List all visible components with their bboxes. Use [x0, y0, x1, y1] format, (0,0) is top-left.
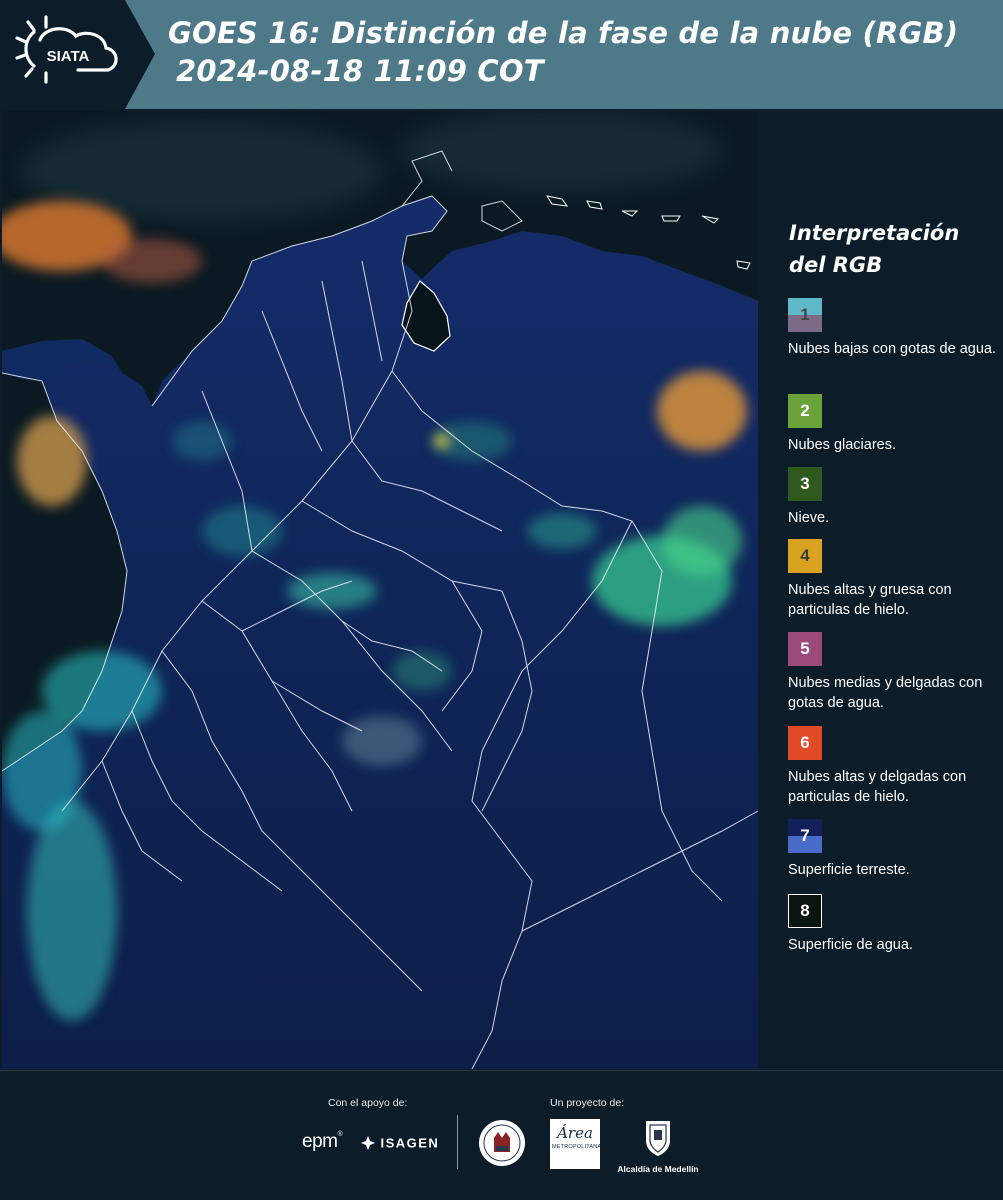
legend-number-2: 2: [800, 401, 810, 420]
legend-item-4: 4 Nubes altas y gruesa con particulas de…: [788, 539, 1000, 620]
legend-title: Interpretación del RGB: [789, 221, 960, 277]
legend-label-3: Nieve.: [788, 510, 830, 526]
alcaldia-medellin-logo[interactable]: Alcaldía de Medellín: [612, 1119, 704, 1174]
legend-item-5: 5 Nubes medias y delgadas con gotas de a…: [788, 632, 1000, 713]
area-logo-subtext: METROPOLITANA: [552, 1144, 602, 1150]
siata-logo-text: SIATA: [47, 48, 90, 65]
alcaldia-logo-text: Alcaldía de Medellín: [617, 1164, 699, 1174]
legend-item-2: 2 Nubes glaciares.: [788, 394, 1000, 455]
siata-logo[interactable]: SIATA: [0, 0, 155, 109]
legend-item-8: 8 Superficie de agua.: [788, 894, 1000, 955]
legend-label-7: Superficie terreste.: [788, 862, 910, 878]
legend-number-4: 4: [800, 546, 810, 565]
page-title: GOES 16: Distinción de la fase de la nub…: [168, 14, 958, 90]
header-bar: SIATA GOES 16: Distinción de la fase de …: [0, 0, 1003, 109]
support-label: Con el apoyo de:: [328, 1097, 408, 1109]
legend-number-5: 5: [800, 639, 810, 658]
legend-item-7: 7 Superficie terreste.: [788, 819, 1000, 880]
legend-item-1: 1 Nubes bajas con gotas de agua.: [788, 298, 1000, 359]
legend-swatch-5: 5: [788, 632, 822, 666]
legend-number-8: 8: [800, 901, 810, 920]
isagen-logo-text: ISAGEN: [380, 1135, 440, 1151]
legend-label-4: Nubes altas y gruesa con particulas de h…: [788, 582, 952, 618]
legend-number-6: 6: [800, 733, 810, 752]
rgb-legend-panel: Interpretación del RGB 1 Nubes bajas con…: [770, 111, 1003, 1069]
satellite-rgb-map[interactable]: [2, 111, 758, 1069]
legend-label-5: Nubes medias y delgadas con gotas de agu…: [788, 675, 983, 711]
legend-label-8: Superficie de agua.: [788, 937, 913, 953]
footer-sponsors: Con el apoyo de: Un proyecto de: epm® IS…: [0, 1070, 1003, 1200]
area-metropolitana-logo[interactable]: Área METROPOLITANA: [550, 1119, 602, 1169]
isagen-mark-icon: [361, 1135, 375, 1150]
project-label: Un proyecto de:: [550, 1097, 625, 1109]
area-logo-text: Área: [557, 1124, 593, 1142]
legend-swatch-1: 1: [788, 298, 822, 332]
legend-swatch-3: 3: [788, 467, 822, 501]
medellin-shield-icon: [646, 1121, 670, 1156]
legend-swatch-6: 6: [788, 726, 822, 760]
legend-number-7: 7: [800, 826, 810, 845]
legend-swatch-4: 4: [788, 539, 822, 573]
legend-swatch-8: 8: [788, 894, 822, 928]
epm-logo-text: epm: [302, 1131, 338, 1152]
title-line-2-timestamp: 2024-08-18 11:09 COT: [176, 54, 544, 88]
epm-logo[interactable]: epm®: [302, 1131, 343, 1153]
legend-label-2: Nubes glaciares.: [788, 437, 896, 453]
legend-swatch-7: 7: [788, 819, 822, 853]
legend-item-6: 6 Nubes altas y delgadas con particulas …: [788, 726, 1000, 807]
legend-label-6: Nubes altas y delgadas con particulas de…: [788, 769, 967, 805]
isagen-logo[interactable]: ISAGEN: [360, 1134, 439, 1152]
title-line-1: GOES 16: Distinción de la fase de la nub…: [168, 16, 959, 50]
legend-swatch-2: 2: [788, 394, 822, 428]
legend-number-1: 1: [800, 305, 810, 324]
footer-divider: [457, 1115, 458, 1169]
legend-label-1: Nubes bajas con gotas de agua.: [788, 341, 996, 357]
metropolitan-seal-icon[interactable]: [478, 1118, 526, 1173]
legend-item-3: 3 Nieve.: [788, 467, 1000, 528]
legend-number-3: 3: [800, 474, 810, 493]
